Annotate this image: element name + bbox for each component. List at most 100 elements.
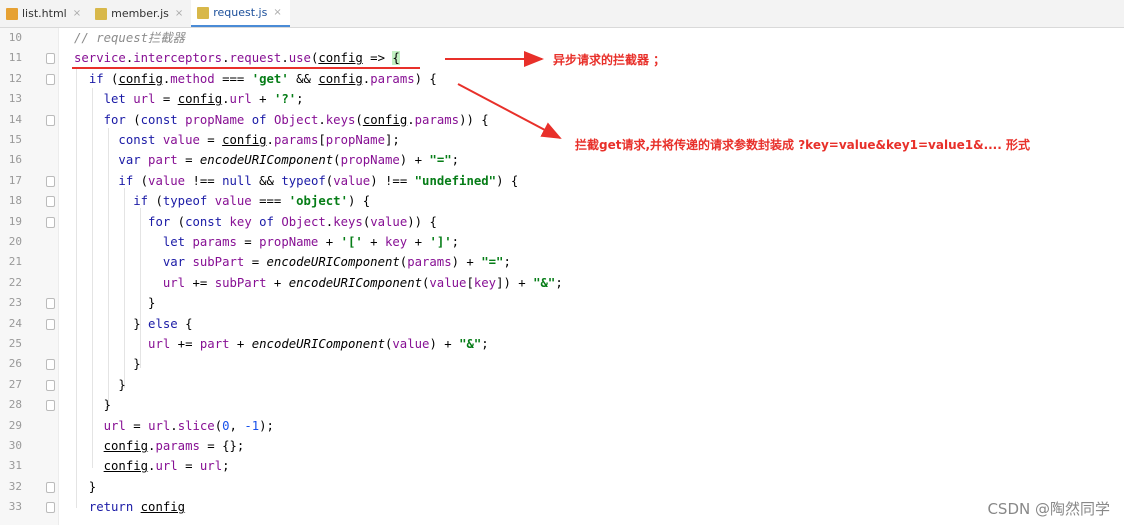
code-text: var part = encodeURIComponent(propName) … bbox=[118, 153, 460, 168]
line-number: 15 bbox=[8, 133, 22, 146]
line-number: 24 bbox=[8, 316, 22, 330]
line-number: 32 bbox=[8, 479, 22, 493]
annotation-underline bbox=[72, 67, 420, 69]
code-line: 18 if (typeof value === 'object') { bbox=[0, 191, 1124, 211]
fold-marker-icon[interactable] bbox=[46, 359, 55, 371]
tab-label: list.html bbox=[22, 7, 67, 20]
code-text: let params = propName + '[' + key + ']'; bbox=[162, 235, 460, 249]
line-number: 30 bbox=[8, 439, 22, 452]
code-line: 29 url = url.slice(0, -1); bbox=[0, 416, 1124, 436]
js-file-icon bbox=[95, 7, 108, 20]
code-line: 19 for (const key of Object.keys(value))… bbox=[0, 212, 1124, 232]
fold-marker-icon[interactable] bbox=[46, 53, 55, 65]
code-text: config.url = url; bbox=[103, 459, 230, 474]
code-line: 31 config.url = url; bbox=[0, 456, 1124, 476]
code-line: 17 if (value !== null && typeof(value) !… bbox=[0, 171, 1124, 191]
code-line: 33 return config bbox=[0, 497, 1124, 517]
fold-marker-icon[interactable] bbox=[46, 318, 55, 330]
line-number: 27 bbox=[8, 377, 22, 391]
line-number: 18 bbox=[8, 194, 22, 208]
fold-marker-icon[interactable] bbox=[46, 481, 55, 493]
tab-member-js[interactable]: member.js × bbox=[89, 0, 191, 27]
close-icon[interactable]: × bbox=[175, 8, 183, 19]
code-text: url += subPart + encodeURIComponent(valu… bbox=[162, 275, 563, 290]
fold-marker-icon[interactable] bbox=[46, 298, 55, 310]
line-number: 14 bbox=[8, 112, 22, 126]
close-icon[interactable]: × bbox=[273, 7, 281, 18]
code-text: } bbox=[74, 479, 97, 494]
fold-marker-icon[interactable] bbox=[46, 175, 55, 187]
code-text: } else { bbox=[74, 316, 193, 331]
code-line: 20 let params = propName + '[' + key + '… bbox=[0, 232, 1124, 252]
tab-label: member.js bbox=[111, 7, 169, 20]
fold-marker-icon[interactable] bbox=[46, 400, 55, 412]
tab-request-js[interactable]: request.js × bbox=[191, 0, 290, 27]
code-editor[interactable]: 10 // request拦截器 11 service.interceptors.re… bbox=[0, 28, 1124, 525]
code-text: url += part + encodeURIComponent(value) … bbox=[148, 337, 489, 351]
code-line: 27 } bbox=[0, 375, 1124, 395]
fold-marker-icon[interactable] bbox=[46, 216, 55, 228]
code-text: if (value !== null && typeof(value) !== … bbox=[118, 173, 519, 188]
code-line: 25 url += part + encodeURIComponent(valu… bbox=[0, 334, 1124, 354]
code-text: // request拦截器 bbox=[74, 31, 185, 45]
line-number: 10 bbox=[8, 31, 22, 44]
line-number: 20 bbox=[8, 235, 22, 248]
annotation-get-request: 拦截get请求,并将传递的请求参数封装成 ?key=value&key1=val… bbox=[575, 138, 1030, 152]
code-text: for (const propName of Object.keys(confi… bbox=[103, 112, 489, 127]
code-line: 32 } bbox=[0, 477, 1124, 497]
watermark: CSDN @陶然同学 bbox=[987, 500, 1110, 518]
fold-marker-icon[interactable] bbox=[46, 114, 55, 126]
code-line: 14 for (const propName of Object.keys(co… bbox=[0, 110, 1124, 130]
line-number: 11 bbox=[8, 51, 22, 65]
code-line: 23 } bbox=[0, 293, 1124, 313]
fold-marker-icon[interactable] bbox=[46, 196, 55, 208]
line-number: 12 bbox=[8, 71, 22, 85]
code-text: service.interceptors.request.use(config … bbox=[74, 51, 400, 66]
line-number: 25 bbox=[8, 337, 22, 350]
code-text: config.params = {}; bbox=[103, 439, 245, 453]
code-text: const value = config.params[propName]; bbox=[118, 133, 400, 147]
line-number: 13 bbox=[8, 92, 22, 106]
line-number: 16 bbox=[8, 153, 22, 167]
line-number: 26 bbox=[8, 357, 22, 371]
code-line: 26 } bbox=[0, 354, 1124, 374]
code-text: url = url.slice(0, -1); bbox=[103, 418, 274, 433]
code-text: } bbox=[74, 296, 156, 311]
line-number: 29 bbox=[8, 418, 22, 432]
code-line: 21 var subPart = encodeURIComponent(para… bbox=[0, 252, 1124, 272]
code-line: 13 let url = config.url + '?'; bbox=[0, 89, 1124, 109]
editor-tab-bar: list.html × member.js × request.js × bbox=[0, 0, 1124, 28]
close-icon[interactable]: × bbox=[73, 8, 81, 19]
fold-marker-icon[interactable] bbox=[46, 73, 55, 85]
line-number: 23 bbox=[8, 296, 22, 310]
fold-marker-icon[interactable] bbox=[46, 502, 55, 514]
tab-label: request.js bbox=[213, 6, 268, 19]
code-line: 28 } bbox=[0, 395, 1124, 415]
code-text: if (config.method === 'get' && config.pa… bbox=[88, 71, 437, 86]
line-number: 17 bbox=[8, 173, 22, 187]
code-line: 24 } else { bbox=[0, 314, 1124, 334]
code-line: 16 var part = encodeURIComponent(propNam… bbox=[0, 150, 1124, 170]
code-text: var subPart = encodeURIComponent(params)… bbox=[162, 255, 511, 270]
line-number: 19 bbox=[8, 214, 22, 228]
code-line: 30 config.params = {}; bbox=[0, 436, 1124, 456]
fold-marker-icon[interactable] bbox=[46, 379, 55, 391]
code-text: if (typeof value === 'object') { bbox=[133, 194, 371, 209]
js-file-icon bbox=[197, 6, 210, 19]
code-text: } bbox=[74, 377, 126, 392]
line-number: 22 bbox=[8, 275, 22, 289]
code-text: return config bbox=[88, 500, 186, 515]
code-line: 22 url += subPart + encodeURIComponent(v… bbox=[0, 273, 1124, 293]
tab-list-html[interactable]: list.html × bbox=[0, 0, 89, 27]
code-text: let url = config.url + '?'; bbox=[103, 92, 304, 107]
html-file-icon bbox=[6, 7, 18, 20]
line-number: 21 bbox=[8, 255, 22, 269]
code-text: for (const key of Object.keys(value)) { bbox=[148, 214, 437, 229]
line-number: 28 bbox=[8, 398, 22, 412]
line-number: 31 bbox=[8, 459, 22, 473]
line-number: 33 bbox=[8, 500, 22, 514]
code-text: } bbox=[74, 357, 141, 372]
code-line: 12 if (config.method === 'get' && config… bbox=[0, 69, 1124, 89]
code-text: } bbox=[74, 398, 112, 413]
annotation-interceptor: 异步请求的拦截器 ； bbox=[553, 53, 666, 67]
